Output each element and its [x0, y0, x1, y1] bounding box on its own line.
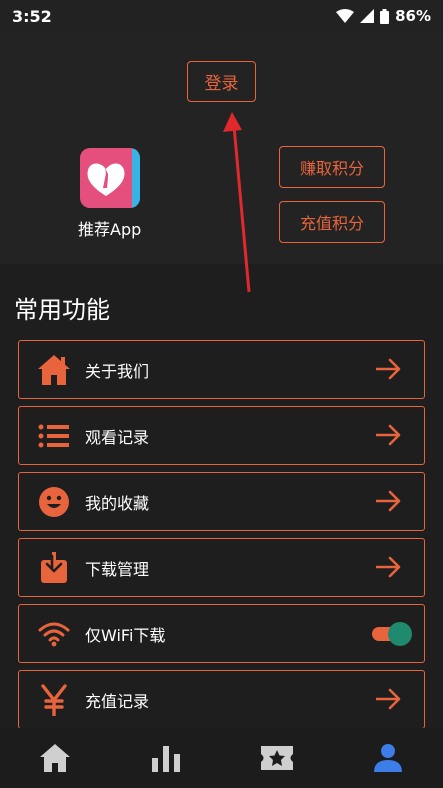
menu-item-downloads[interactable]: 下载管理 — [18, 538, 425, 597]
nav-home[interactable] — [25, 728, 85, 788]
menu-item-about[interactable]: 关于我们 — [18, 340, 425, 399]
smiley-icon — [37, 485, 71, 519]
arrow-right-icon — [376, 688, 401, 710]
profile-header: 登录 推荐App 赚取积分 充值积分 — [0, 32, 443, 293]
battery-status-icon — [380, 8, 390, 24]
list-icon — [37, 419, 71, 453]
menu-label: 关于我们 — [85, 361, 150, 381]
ticket-icon — [260, 746, 293, 770]
signal-status-icon — [360, 9, 375, 23]
section-title: 常用功能 — [14, 296, 110, 324]
nav-profile[interactable] — [358, 728, 418, 788]
download-icon — [37, 551, 71, 585]
home-icon — [37, 353, 71, 387]
arrow-right-icon — [376, 424, 401, 446]
status-bar: 3:52 86% — [0, 0, 443, 32]
chart-icon — [152, 746, 181, 772]
menu-item-wifi-only: 仅WiFi下载 — [18, 604, 425, 663]
status-icons: 86% — [336, 7, 431, 25]
battery-percent: 86% — [395, 7, 431, 25]
app-name: 推荐App — [78, 220, 142, 239]
home-icon — [40, 744, 71, 772]
arrow-right-icon — [376, 490, 401, 512]
menu-item-recharge-history[interactable]: 充值记录 — [18, 670, 425, 729]
yen-icon — [37, 683, 71, 717]
wifi-icon — [37, 617, 71, 651]
menu-item-history[interactable]: 观看记录 — [18, 406, 425, 465]
app-logo[interactable] — [80, 148, 140, 208]
menu-label: 仅WiFi下载 — [85, 625, 166, 645]
arrow-right-icon — [376, 556, 401, 578]
earn-points-button[interactable]: 赚取积分 — [279, 146, 385, 188]
arrow-right-icon — [376, 358, 401, 380]
function-menu: 关于我们 观看记录 我的收藏 下载管理 仅WiFi下载 充值记录 — [18, 340, 425, 736]
menu-label: 我的收藏 — [85, 493, 150, 513]
nav-ticket[interactable] — [247, 728, 307, 788]
bottom-nav — [0, 728, 443, 788]
menu-label: 充值记录 — [85, 691, 150, 711]
profile-icon — [373, 744, 402, 772]
recharge-points-button[interactable]: 充值积分 — [279, 201, 385, 243]
menu-label: 观看记录 — [85, 427, 150, 447]
menu-item-favorites[interactable]: 我的收藏 — [18, 472, 425, 531]
heart-icon — [87, 163, 125, 196]
wifi-only-toggle[interactable] — [372, 622, 412, 646]
login-button[interactable]: 登录 — [187, 61, 256, 102]
red-arrow-annotation — [223, 112, 251, 293]
wifi-status-icon — [336, 9, 355, 23]
menu-label: 下载管理 — [85, 559, 150, 579]
status-time: 3:52 — [12, 6, 52, 26]
nav-chart[interactable] — [136, 728, 196, 788]
